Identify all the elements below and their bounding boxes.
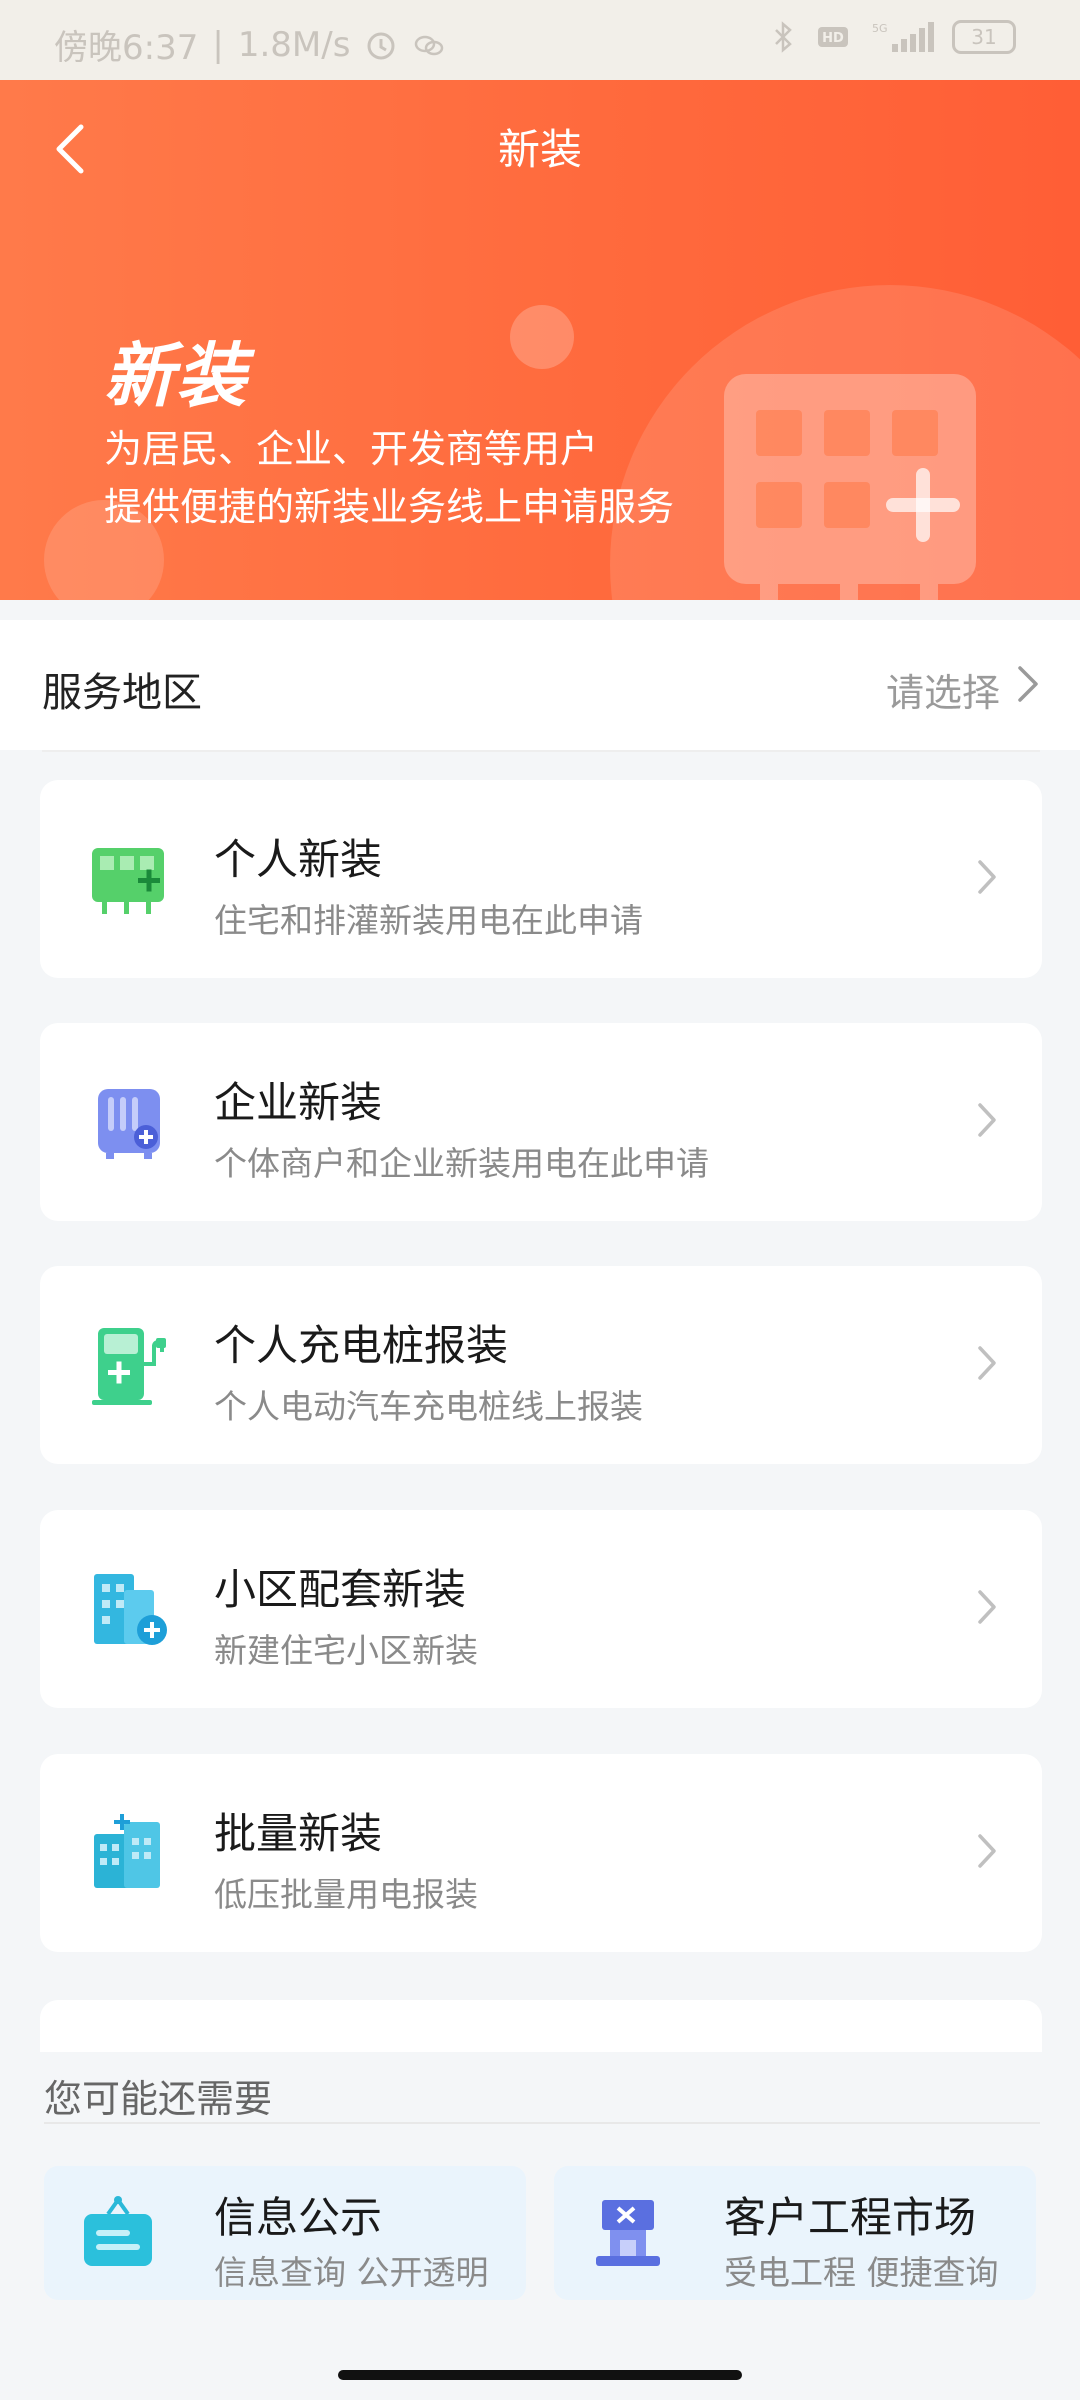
electric-meter-illustration-icon [724,374,976,600]
service-card-charging-pile[interactable]: 个人充电桩报装 个人电动汽车充电桩线上报装 [40,1266,1042,1464]
signal-5g-icon: 5G [866,20,936,54]
page-title: 新装 [497,125,582,174]
service-card-personal[interactable]: 个人新装 住宅和排灌新装用电在此申请 [40,780,1042,978]
service-card-batch[interactable]: 批量新装 低压批量用电报装 [40,1754,1042,1952]
chevron-right-icon [978,1346,996,1380]
status-net-speed: 1.8M/s [237,24,351,65]
service-title: 批量新装 [214,1809,383,1858]
service-subtitle: 个人电动汽车充电桩线上报装 [214,1387,643,1426]
service-region-value: 请选择 [885,671,1000,715]
transformer-blue-icon [98,1089,160,1159]
hero-desc-line-2: 提供便捷的新装业务线上申请服务 [104,485,675,529]
recommend-section-title: 您可能还需要 [44,2077,273,2121]
bluetooth-icon [766,20,800,54]
recommend-card-engineering-market[interactable]: 客户工程市场 受电工程 便捷查询 [554,2166,1036,2300]
hero-title: 新装 [104,335,248,417]
service-subtitle: 个体商户和企业新装用电在此申请 [214,1144,709,1183]
service-subtitle: 低压批量用电报装 [214,1875,478,1914]
batch-building-icon [94,1814,160,1888]
status-right: HD 5G 31 [766,20,1016,54]
status-left: 傍晚6:37 | 1.8M/s [54,20,446,69]
service-subtitle: 新建住宅小区新装 [214,1631,478,1670]
residential-building-icon [94,1574,167,1645]
service-title: 小区配套新装 [214,1565,467,1614]
notice-board-icon [84,2196,152,2266]
chevron-right-icon [978,860,996,894]
recommend-card-info-notice[interactable]: 信息公示 信息查询 公开透明 [44,2166,526,2300]
decor-dot [510,305,574,369]
service-subtitle: 住宅和排灌新装用电在此申请 [214,901,643,940]
recommend-subtitle: 信息查询 公开透明 [214,2253,489,2292]
recommend-subtitle: 受电工程 便捷查询 [724,2253,999,2292]
chevron-right-icon [978,1590,996,1624]
status-time: 傍晚6:37 [54,28,199,68]
home-indicator[interactable] [338,2370,742,2380]
service-card-enterprise[interactable]: 企业新装 个体商户和企业新装用电在此申请 [40,1023,1042,1221]
divider [42,750,1040,752]
status-bar: 傍晚6:37 | 1.8M/s HD 5G 31 [0,0,1080,80]
meter-green-icon [92,848,164,914]
hero-desc-line-1: 为居民、企业、开发商等用户 [104,427,599,471]
svg-text:HD: HD [822,31,844,46]
service-region-label: 服务地区 [42,670,202,716]
hero-banner: 新装 新装 为居民、企业、开发商等用户 提供便捷的新装业务线上申请服务 [0,80,1080,600]
alarm-icon [364,28,398,62]
status-separator: | [212,24,224,65]
chevron-right-icon [978,1103,996,1137]
chevron-right-icon [1018,666,1038,702]
service-title: 个人新装 [214,835,383,884]
hd-icon: HD [816,20,850,54]
recommend-title: 客户工程市场 [724,2193,977,2242]
service-title: 个人充电桩报装 [214,1321,509,1370]
divider [44,2122,1040,2124]
chevron-right-icon [978,1834,996,1868]
engineering-market-icon [596,2200,660,2266]
service-card-residential[interactable]: 小区配套新装 新建住宅小区新装 [40,1510,1042,1708]
charging-pile-icon [92,1328,166,1405]
wechat-icon [412,28,446,62]
svg-text:5G: 5G [872,22,888,35]
service-region-selector[interactable]: 服务地区 请选择 [0,620,1080,750]
battery-indicator: 31 [952,20,1016,54]
recommend-title: 信息公示 [214,2193,383,2242]
service-card-partial[interactable] [40,2000,1042,2052]
hero-description: 为居民、企业、开发商等用户 提供便捷的新装业务线上申请服务 [104,420,674,536]
service-title: 企业新装 [214,1078,383,1127]
